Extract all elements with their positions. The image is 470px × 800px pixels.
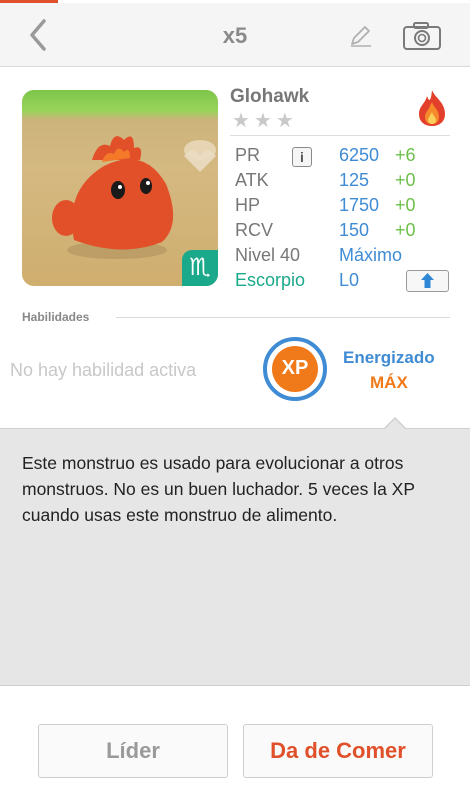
stat-row-atk: ATK 125 +0: [235, 170, 455, 194]
panel-pointer-fill: [384, 419, 406, 430]
stat-bonus: +0: [395, 195, 416, 215]
feed-button[interactable]: Da de Comer: [243, 724, 433, 778]
star-icon: ★: [232, 110, 250, 132]
divider: [116, 317, 450, 318]
stat-value: 150: [339, 220, 370, 240]
page-title: x5: [222, 23, 248, 48]
stat-label: RCV: [235, 220, 274, 240]
zodiac-level-value: L0: [339, 270, 360, 290]
pencil-icon: [351, 26, 371, 47]
leader-button[interactable]: Líder: [38, 724, 228, 778]
camera-icon: [403, 22, 441, 50]
stat-value: 1750: [339, 195, 380, 215]
navigation-bar: x5: [0, 3, 470, 67]
monster-portrait[interactable]: ♏: [22, 90, 218, 286]
energized-level: MÁX: [370, 373, 408, 392]
stat-bonus: +0: [395, 220, 416, 240]
rarity-stars: ★ ★ ★: [232, 111, 294, 131]
fire-element-icon: [419, 90, 445, 126]
energized-label: Energizado: [343, 348, 435, 367]
stat-bonus: +0: [395, 170, 416, 190]
star-icon: ★: [275, 110, 294, 132]
camera-button[interactable]: [402, 20, 442, 52]
stat-label: PR: [235, 145, 261, 165]
no-active-ability-text: No hay habilidad activa: [10, 360, 197, 380]
upgrade-button[interactable]: [406, 270, 449, 292]
description-text: Este monstruo es usado para evolucionar …: [22, 453, 415, 525]
monster-name: Glohawk: [230, 86, 310, 107]
stat-label: HP: [235, 195, 261, 215]
stat-row-zodiac: Escorpio L0: [235, 270, 455, 294]
stat-row-hp: HP 1750 +0: [235, 195, 455, 219]
stat-label: ATK: [235, 170, 269, 190]
level-label: Nivel 40: [235, 245, 301, 265]
stat-row-pr: PR i 6250 +6: [235, 145, 455, 169]
stat-row-level: Nivel 40 Máximo: [235, 245, 455, 269]
stat-value: 125: [339, 170, 370, 190]
level-value: Máximo: [339, 245, 403, 265]
section-title: Habilidades: [22, 310, 90, 324]
arrow-up-icon: [421, 273, 434, 288]
xp-ability-badge[interactable]: XP: [263, 337, 327, 401]
info-button[interactable]: i: [292, 147, 312, 167]
stat-row-rcv: RCV 150 +0: [235, 220, 455, 244]
stat-bonus: +6: [395, 145, 416, 165]
zodiac-badge: ♏: [182, 250, 218, 286]
zodiac-label: Escorpio: [235, 270, 306, 290]
stat-value: 6250: [339, 145, 380, 165]
divider: [230, 135, 450, 136]
edit-button[interactable]: [348, 23, 374, 49]
xp-badge-label: XP: [281, 357, 309, 379]
star-icon: ★: [253, 110, 272, 132]
